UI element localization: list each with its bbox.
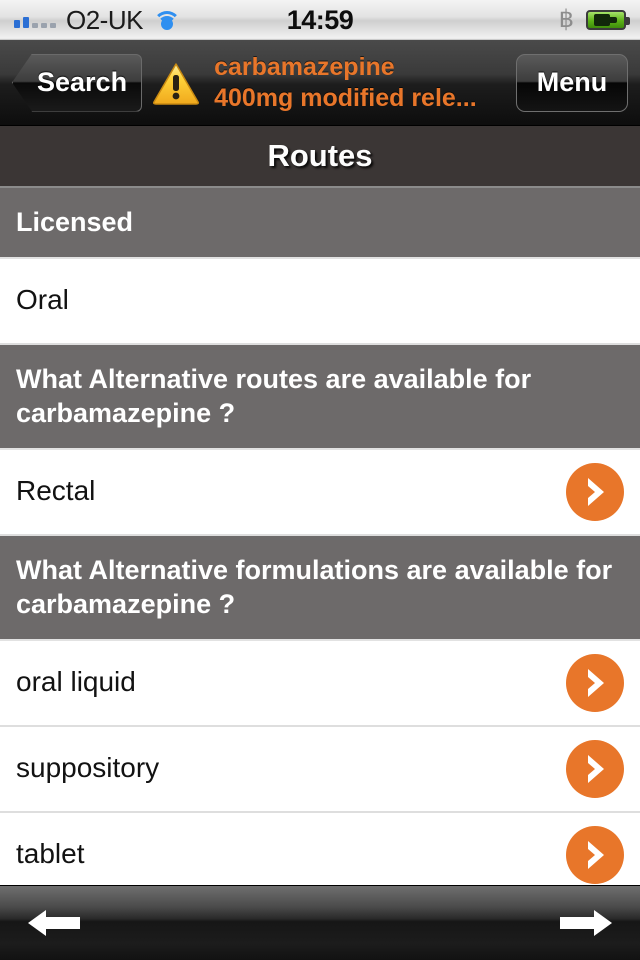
list-item-label: Oral <box>16 284 69 316</box>
chevron-right-icon[interactable] <box>566 462 624 521</box>
chevron-right-icon[interactable] <box>566 653 624 712</box>
arrow-left-icon[interactable] <box>26 903 84 943</box>
list-item[interactable]: Oral <box>0 258 640 345</box>
drug-title: carbamazepine 400mg modified rele... <box>214 52 477 114</box>
list-item[interactable]: tablet <box>0 812 640 885</box>
navigation-bar: Search carbamazepine 400mg modified rele… <box>0 40 640 126</box>
clock-label: 14:59 <box>286 4 354 35</box>
bottom-toolbar <box>0 885 640 960</box>
page-title-bar: Routes <box>0 126 640 188</box>
section-header-alternative-routes: What Alternative routes are available fo… <box>0 344 640 450</box>
chevron-right-icon[interactable] <box>566 739 624 798</box>
app-screen: O2-UK 14:59 ฿ Search carbamazepine 400mg… <box>0 0 640 960</box>
list-item-label: Rectal <box>16 475 96 507</box>
page-title: Routes <box>267 138 373 173</box>
chevron-right-icon[interactable] <box>566 825 624 884</box>
list-item-label: suppository <box>16 752 160 784</box>
nav-title-area: carbamazepine 400mg modified rele... <box>142 52 516 114</box>
back-button-label: Search <box>37 67 128 97</box>
list-item-label: tablet <box>16 838 85 870</box>
arrow-right-icon[interactable] <box>556 903 614 943</box>
routes-list: Licensed Oral What Alternative routes ar… <box>0 188 640 885</box>
list-item[interactable]: suppository <box>0 726 640 813</box>
status-bar: O2-UK 14:59 ฿ <box>0 0 640 40</box>
menu-button-label: Menu <box>536 67 608 97</box>
section-header-licensed: Licensed <box>0 188 640 259</box>
drug-name-line: carbamazepine <box>214 52 395 81</box>
list-item[interactable]: Rectal <box>0 449 640 536</box>
warning-triangle-icon <box>153 62 200 105</box>
list-item-label: oral liquid <box>16 666 136 698</box>
battery-charging-icon <box>586 10 630 30</box>
section-header-alternative-formulations: What Alternative formulations are availa… <box>0 535 640 641</box>
menu-button[interactable]: Menu <box>516 53 628 112</box>
drug-strength-line: 400mg modified rele... <box>214 83 477 112</box>
list-item[interactable]: oral liquid <box>0 640 640 727</box>
back-button-search[interactable]: Search <box>12 53 143 112</box>
